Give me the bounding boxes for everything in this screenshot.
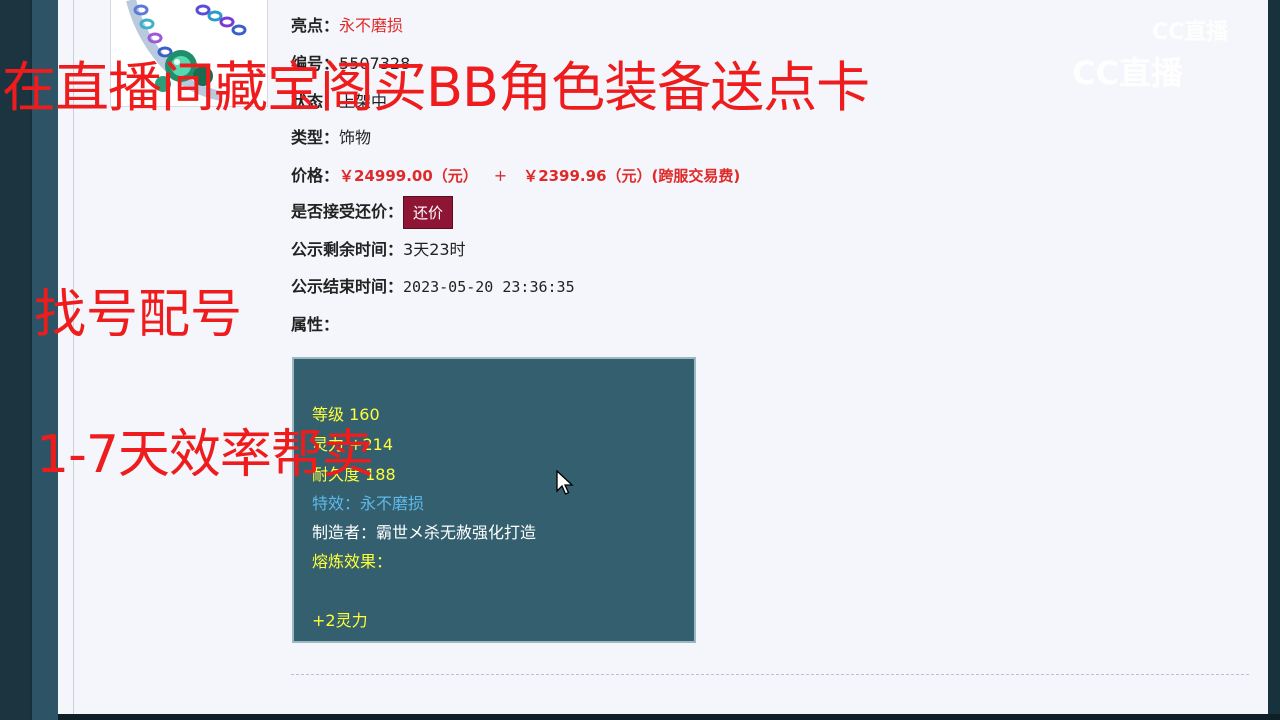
type-value: 饰物 — [339, 128, 372, 147]
stream-overlay-promo: 在直播间藏宝阁买BB角色装备送点卡 — [2, 56, 870, 119]
highlight-value: 永不磨损 — [339, 16, 404, 35]
price-fee: ￥2399.96（元）(跨服交易费) — [523, 167, 741, 185]
highlight-row: 亮点：永不磨损 — [291, 12, 403, 36]
stream-overlay-service: 找号配号 — [34, 285, 243, 345]
price-label: 价格： — [291, 166, 340, 185]
attr-effect: 特效：永不磨损 — [312, 494, 425, 513]
cc-live-watermark-large: CC直播 — [1072, 54, 1183, 92]
price-plus: + — [493, 166, 508, 185]
attributes-label: 属性： — [291, 315, 340, 334]
attr-smelt-label: 熔炼效果： — [312, 552, 393, 571]
section-divider — [291, 674, 1249, 675]
attribute-tooltip-box: 等级 160 灵力 +214 耐久度 188 特效：永不磨损 制造者：霸世メ杀无… — [292, 357, 696, 643]
type-label: 类型： — [291, 128, 340, 147]
attr-maker: 制造者：霸世メ杀无赦强化打造 — [312, 523, 537, 542]
remaining-time-row: 公示剩余时间：3天23时 — [291, 236, 466, 260]
counter-offer-row: 是否接受还价： 还价 — [291, 196, 454, 229]
cc-live-watermark-small: CC直播 — [1152, 20, 1229, 45]
end-time-value: 2023-05-20 23:36:35 — [403, 278, 575, 296]
price-main: ￥24999.00（元） — [339, 167, 478, 185]
end-time-row: 公示结束时间：2023-05-20 23:36:35 — [291, 273, 575, 297]
end-time-label: 公示结束时间： — [291, 277, 404, 296]
bottom-frame-edge — [58, 714, 1280, 720]
attributes-row: 属性： — [291, 311, 339, 335]
remaining-time-label: 公示剩余时间： — [291, 240, 404, 259]
stream-overlay-selling: 1-7天效率帮卖 — [36, 425, 374, 485]
highlight-label: 亮点： — [291, 16, 340, 35]
counter-offer-button[interactable]: 还价 — [403, 196, 454, 229]
mouse-cursor-icon — [556, 470, 574, 495]
price-row: 价格：￥24999.00（元） + ￥2399.96（元）(跨服交易费) — [291, 162, 740, 186]
remaining-time-value: 3天23时 — [403, 240, 466, 259]
type-row: 类型：饰物 — [291, 124, 371, 148]
counter-offer-label: 是否接受还价： — [291, 202, 404, 221]
attr-smelt-value: +2灵力 — [312, 611, 368, 630]
right-frame-edge — [1268, 0, 1280, 720]
